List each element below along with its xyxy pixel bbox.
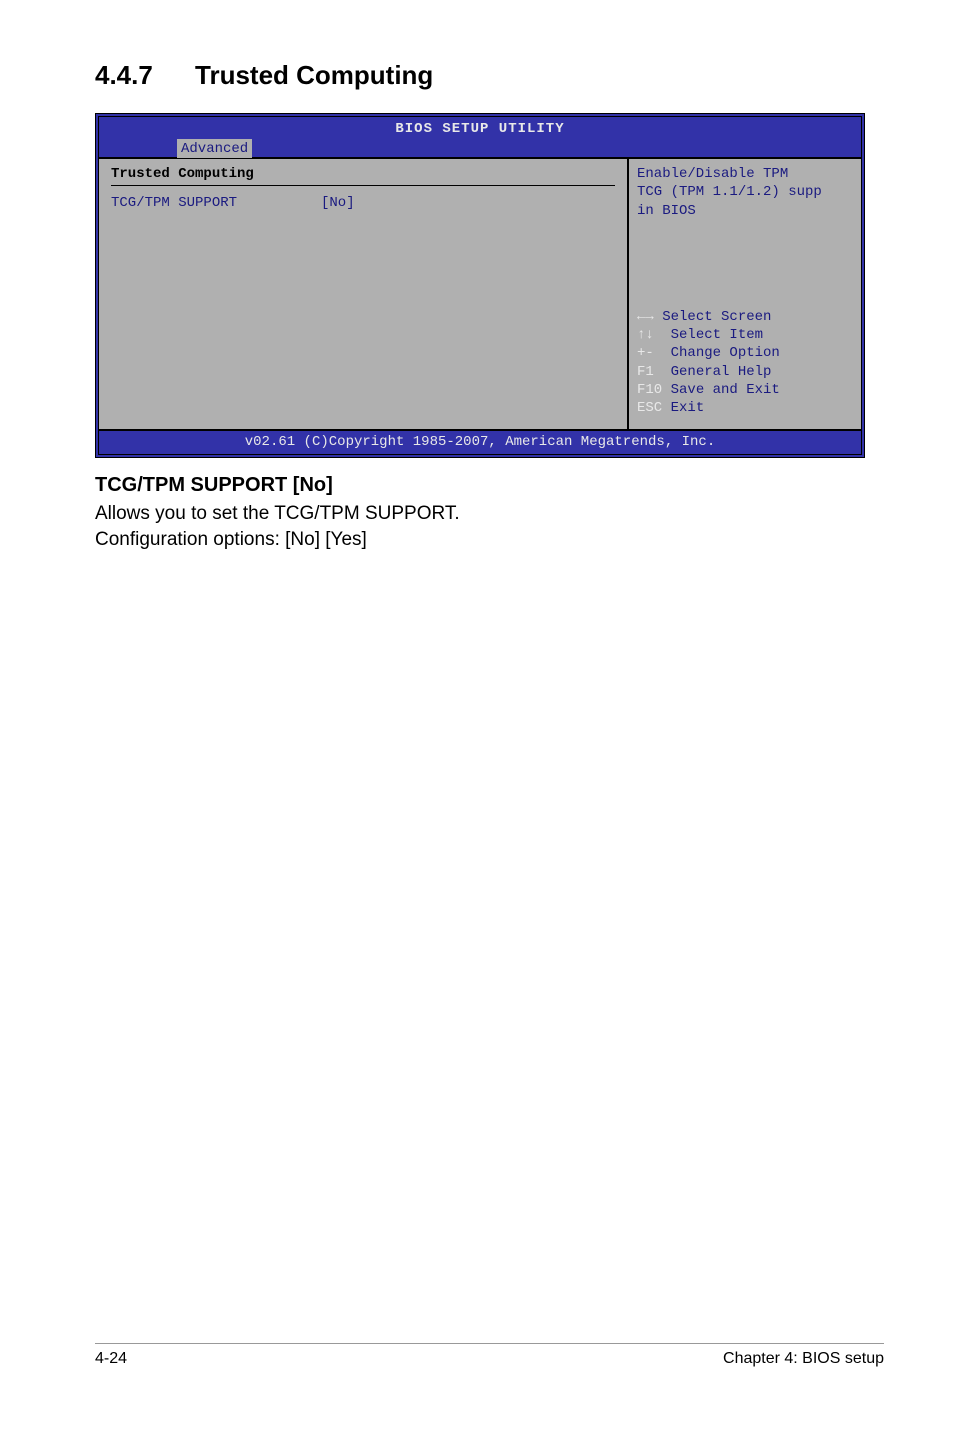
- bios-key-line: ESC Exit: [637, 399, 853, 417]
- bios-header: BIOS SETUP UTILITY: [99, 117, 861, 139]
- bios-help-line: TCG (TPM 1.1/1.2) supp: [637, 183, 853, 201]
- section-heading: 4.4.7Trusted Computing: [95, 60, 884, 91]
- esc-key-icon: ESC: [637, 399, 662, 417]
- bios-key-text: Change Option: [654, 345, 780, 361]
- section-title: Trusted Computing: [195, 60, 433, 90]
- bios-key-line: F1 General Help: [637, 363, 853, 381]
- body-text: Configuration options: [No] [Yes]: [95, 527, 884, 553]
- bios-key-legend: ←→ Select Screen ↑↓ Select Item +- Chang…: [637, 308, 853, 417]
- bios-help-text: Enable/Disable TPM TCG (TPM 1.1/1.2) sup…: [637, 165, 853, 220]
- bios-key-line: ↑↓ Select Item: [637, 326, 853, 344]
- divider: [111, 185, 615, 186]
- bios-key-line: +- Change Option: [637, 344, 853, 362]
- f10-key-icon: F10: [637, 381, 662, 399]
- bios-help-line: in BIOS: [637, 202, 853, 220]
- bios-left-panel: Trusted Computing TCG/TPM SUPPORT [No]: [99, 159, 629, 429]
- bios-key-text: Select Item: [654, 327, 763, 343]
- f1-key-icon: F1: [637, 363, 654, 381]
- bios-key-line: ←→ Select Screen: [637, 308, 853, 326]
- bios-option-value: [No]: [321, 194, 355, 212]
- bios-key-text: Select Screen: [654, 309, 772, 325]
- bios-right-panel: Enable/Disable TPM TCG (TPM 1.1/1.2) sup…: [629, 159, 861, 429]
- bios-option-row: TCG/TPM SUPPORT [No]: [111, 194, 615, 212]
- bios-help-line: Enable/Disable TPM: [637, 165, 853, 183]
- body-text: Allows you to set the TCG/TPM SUPPORT.: [95, 501, 884, 527]
- bios-key-line: F10 Save and Exit: [637, 381, 853, 399]
- bios-key-text: Exit: [662, 400, 704, 416]
- bios-option-label: TCG/TPM SUPPORT: [111, 194, 321, 212]
- bios-key-text: General Help: [654, 364, 772, 380]
- bios-tab-row: Advanced: [99, 139, 861, 157]
- bios-panel-title: Trusted Computing: [111, 165, 615, 183]
- chapter-label: Chapter 4: BIOS setup: [723, 1350, 884, 1368]
- arrows-lr-icon: ←→: [637, 308, 654, 326]
- page-number: 4-24: [95, 1350, 127, 1368]
- section-number: 4.4.7: [95, 60, 195, 91]
- bios-key-text: Save and Exit: [662, 382, 780, 398]
- bios-body: Trusted Computing TCG/TPM SUPPORT [No] E…: [99, 157, 861, 429]
- arrows-ud-icon: ↑↓: [637, 326, 654, 344]
- subsection-heading: TCG/TPM SUPPORT [No]: [95, 474, 884, 497]
- plus-minus-icon: +-: [637, 344, 654, 362]
- bios-screenshot: BIOS SETUP UTILITY Advanced Trusted Comp…: [95, 113, 865, 458]
- bios-footer: v02.61 (C)Copyright 1985-2007, American …: [99, 429, 861, 454]
- bios-tab-advanced: Advanced: [177, 139, 252, 158]
- page-footer: 4-24 Chapter 4: BIOS setup: [95, 1343, 884, 1368]
